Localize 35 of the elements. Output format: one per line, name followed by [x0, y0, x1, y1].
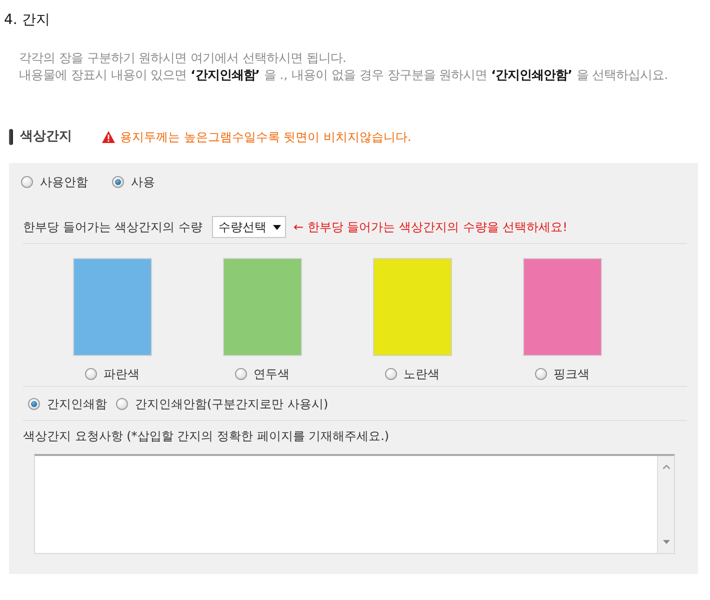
request-label: 색상간지 요청사항 (*삽입할 간지의 정확한 페이지를 기재해주세요.): [23, 428, 390, 445]
warning-icon: [102, 131, 115, 143]
option-label[interactable]: 간지인쇄함: [47, 395, 107, 413]
color-swatch[interactable]: [72, 258, 152, 356]
color-swatch[interactable]: [522, 258, 602, 356]
bar-marker-icon: [9, 129, 13, 145]
request-textarea[interactable]: [34, 454, 675, 554]
section-title: 4. 간지: [4, 11, 50, 29]
radio-button[interactable]: [534, 368, 546, 380]
warning-text: 용지두께는 높은그램수일수록 뒷면이 비치지않습니다.: [120, 129, 412, 146]
quantity-label: 한부당 들어가는 색상간지의 수량: [23, 219, 202, 236]
section-heading: 색상간지: [20, 128, 72, 146]
option-label[interactable]: 연두색: [254, 365, 290, 383]
radio-button[interactable]: [116, 398, 128, 410]
option-label[interactable]: 파란색: [104, 365, 140, 383]
caret-icon: [273, 224, 282, 230]
option-label[interactable]: 노란색: [404, 365, 440, 383]
radio-button[interactable]: [84, 368, 96, 380]
radio-button[interactable]: [234, 368, 246, 380]
description-text: 각각의 장을 구분하기 원하시면 여기에서 선택하시면 됩니다.: [19, 50, 346, 67]
option-label[interactable]: 핑크색: [554, 365, 590, 383]
color-swatch[interactable]: [372, 258, 452, 356]
radio-button[interactable]: [112, 176, 124, 188]
option-label[interactable]: 간지인쇄안함(구분간지로만 사용시): [135, 395, 328, 413]
color-swatch[interactable]: [222, 258, 302, 356]
option-label[interactable]: 사용: [131, 173, 155, 191]
hint-text: ← 한부당 들어가는 색상간지의 수량을 선택하세요!: [293, 219, 568, 236]
option-label[interactable]: 사용안함: [40, 173, 88, 191]
radio-button[interactable]: [28, 398, 40, 410]
scrollbar[interactable]: [657, 456, 674, 553]
radio-button[interactable]: [384, 368, 396, 380]
radio-button[interactable]: [21, 176, 33, 188]
scroll-down-arrow-icon[interactable]: [662, 540, 670, 544]
quantity-select[interactable]: 수량선택: [212, 216, 286, 238]
description-text: 내용물에 장표시 내용이 있으면 ‘간지인쇄함’ 을 ., 내용이 없을 경우 장구분을 원하시면 ‘간지인쇄안함’ 을 선택하십시요.: [19, 67, 668, 84]
